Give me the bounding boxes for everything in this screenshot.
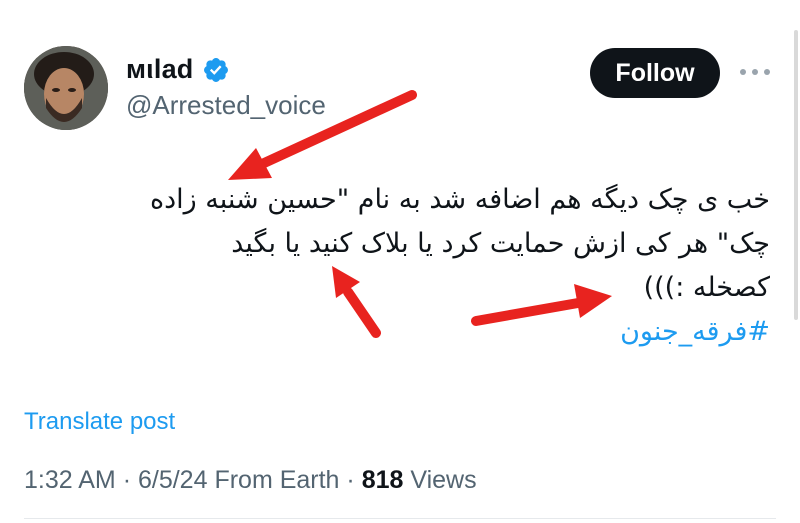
tweet-meta: 1:32 AM · 6/5/24 From Earth · 818 Views [24, 466, 477, 495]
tweet-line: چک" هر کی ازش حمایت کرد یا بلاک کنید یا … [231, 228, 770, 259]
divider [24, 518, 776, 519]
more-dot [752, 69, 758, 75]
verified-badge-icon [203, 57, 228, 82]
user-name-row[interactable]: мιlad [126, 54, 230, 85]
meta-separator: · [122, 466, 138, 494]
more-options-icon[interactable] [740, 62, 774, 82]
avatar-image [24, 46, 108, 130]
hashtag-link[interactable]: #فرقه_جنون [620, 316, 770, 347]
tweet-line: خب ی چک دیگه هم اضافه شد به نام "حسین شن… [149, 184, 770, 215]
meta-separator: · [346, 466, 362, 494]
views-count: 818 [361, 466, 404, 494]
translate-post-link[interactable]: Translate post [24, 408, 175, 436]
scrollbar[interactable] [794, 30, 798, 320]
more-dot [740, 69, 746, 75]
user-name[interactable]: мιlad [126, 54, 194, 85]
tweet-line: کصخله :))) [643, 272, 770, 303]
tweet-time[interactable]: 1:32 AM [24, 466, 116, 494]
follow-button[interactable]: Follow [590, 48, 720, 98]
user-handle[interactable]: @Arrested_voice [126, 90, 326, 121]
more-dot [764, 69, 770, 75]
tweet-source: From Earth [214, 466, 340, 494]
tweet-text: خب ی چک دیگه هم اضافه شد به نام "حسین شن… [70, 178, 770, 354]
views-label: Views [410, 466, 477, 494]
avatar[interactable] [24, 46, 108, 130]
tweet-date[interactable]: 6/5/24 [138, 466, 208, 494]
